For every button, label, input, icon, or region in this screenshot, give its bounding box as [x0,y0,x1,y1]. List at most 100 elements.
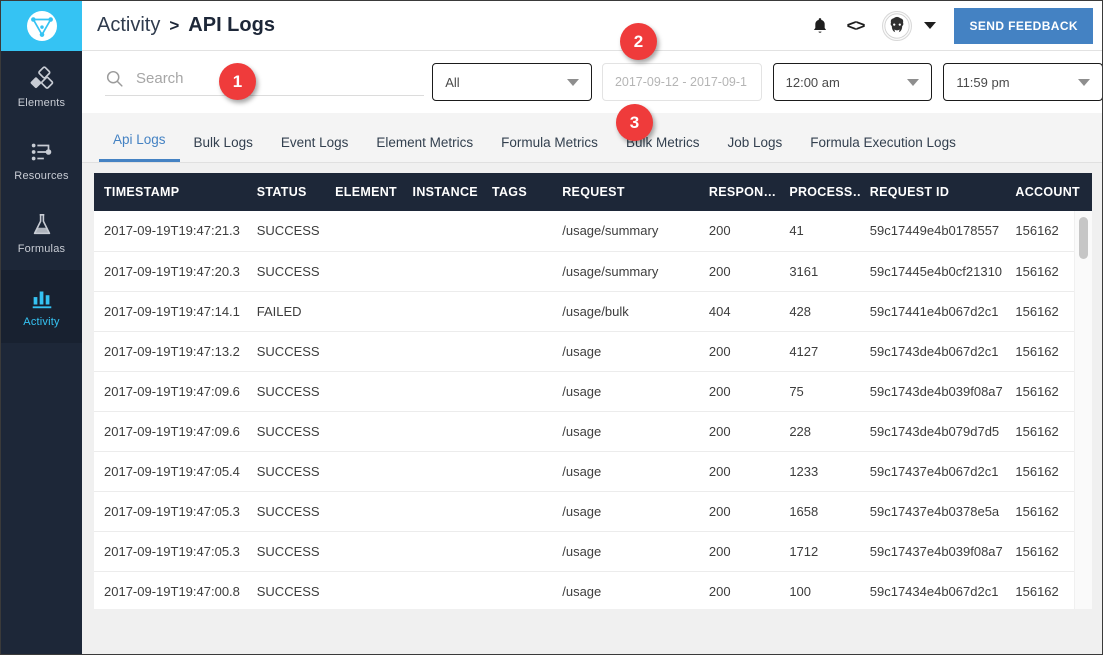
send-feedback-button[interactable]: SEND FEEDBACK [954,7,1093,44]
cell-element [325,211,403,252]
chevron-down-icon [566,78,579,86]
cell-element [325,331,403,372]
column-header[interactable]: STATUS [246,173,326,211]
chevron-down-icon [907,78,920,86]
cell-timestamp: 2017-09-19T19:47:09.6 [94,411,247,452]
cell-element [325,411,403,452]
cell-instance [402,451,482,492]
cell-processing: 100 [779,571,860,609]
sidebar-item-activity[interactable]: Activity [1,270,82,343]
search-input[interactable] [136,69,396,87]
column-header[interactable]: TIMESTAMP [94,173,247,211]
cell-response: 200 [698,491,780,532]
app-logo[interactable] [1,1,82,51]
cell-tags [481,371,553,412]
cell-instance [402,211,482,252]
tab-bulk-logs[interactable]: Bulk Logs [180,135,267,163]
table-row[interactable]: 2017-09-19T19:47:00.8 SUCCESS/usage 200 100… [94,571,1092,609]
table-row[interactable]: 2017-09-19T19:47:05.3 SUCCESS/usage 200 165… [94,491,1092,532]
scrollbar-thumb[interactable] [1079,217,1088,259]
table-body: 2017-09-19T19:47:21.3 SUCCESS/usage/summa… [94,211,1092,609]
tab-formula-execution-logs[interactable]: Formula Execution Logs [796,135,970,163]
time-from-select[interactable]: 12:00 am [772,63,933,101]
table-row[interactable]: 2017-09-19T19:47:13.2 SUCCESS/usage 200 412… [94,331,1092,372]
cell-processing: 1712 [779,531,860,572]
cell-request: /usage [552,531,699,572]
time-to-value: 11:59 pm [956,74,1010,90]
cell-element [325,491,403,532]
cell-request: /usage [552,411,699,452]
cell-request: /usage/summary [552,211,699,252]
table-row[interactable]: 2017-09-19T19:47:20.3 SUCCESS/usage/summa… [94,251,1092,292]
logs-table-container: TIMESTAMP STATUS ELEMENT INSTANCE TAGS REQUES… [94,173,1092,609]
elements-icon [30,66,53,89]
cell-instance [402,491,482,532]
tab-event-logs[interactable]: Event Logs [267,135,363,163]
cell-request: /usage [552,451,699,492]
sidebar-item-elements[interactable]: Elements [1,51,82,124]
table-row[interactable]: 2017-09-19T19:47:21.3 SUCCESS/usage/summa… [94,211,1092,252]
cell-timestamp: 2017-09-19T19:47:13.2 [94,331,247,372]
cell-response: 200 [698,451,780,492]
sidebar-item-formulas[interactable]: Formulas [1,197,82,270]
sidebar-item-resources[interactable]: Resources [1,124,82,197]
date-range-value: 2017-09-12 - 2017-09-1 [614,75,747,89]
cell-status: SUCCESS [246,251,326,292]
table-row[interactable]: 2017-09-19T19:47:05.4 SUCCESS/usage 200 123… [94,451,1092,492]
cell-element [325,291,403,332]
table-row[interactable]: 2017-09-19T19:47:09.6 SUCCESS/usage 200 75 5… [94,371,1092,412]
table-scrollbar[interactable] [1074,211,1092,609]
avatar[interactable] [882,10,913,41]
search-field[interactable] [105,69,425,96]
column-header[interactable]: REQUEST ID [859,173,1006,211]
cell-response: 200 [698,251,780,292]
activity-icon [32,291,51,309]
cloud-elements-logo-icon [30,17,53,37]
code-icon[interactable]: <> [847,16,866,36]
cell-processing: 1658 [779,491,860,532]
annotation-badge-2: 2 [620,23,657,60]
breadcrumb: Activity > API Logs [97,14,275,37]
cell-response: 200 [698,331,780,372]
column-header[interactable]: ACCOUNT [1005,173,1092,211]
breadcrumb-parent[interactable]: Activity [97,14,160,37]
time-to-select[interactable]: 11:59 pm [943,63,1102,101]
cell-request: /usage/summary [552,251,699,292]
cell-element [325,451,403,492]
cell-element [325,371,403,412]
cell-request: /usage [552,371,699,412]
type-filter-select[interactable]: All [432,63,592,101]
date-range-input[interactable]: 2017-09-12 - 2017-09-1 [601,63,762,101]
cell-request: /usage/bulk [552,291,699,332]
tab-api-logs[interactable]: Api Logs [99,132,180,162]
column-header[interactable]: ELEMENT [325,173,403,211]
sidebar-item-label: Elements [17,97,66,109]
cell-status: SUCCESS [246,211,326,252]
chevron-down-icon[interactable] [924,22,937,29]
table-row[interactable]: 2017-09-19T19:47:05.3 SUCCESS/usage 200 171… [94,531,1092,572]
api-logs-table: TIMESTAMP STATUS ELEMENT INSTANCE TAGS REQUES… [94,173,1092,609]
column-header[interactable]: TAGS [481,173,553,211]
cell-instance [402,571,482,609]
cell-tags [481,531,553,572]
cell-response: 200 [698,411,780,452]
cell-status: SUCCESS [246,331,326,372]
user-avatar-icon [884,12,911,39]
application-window: Elements Resources Formulas Activity Act… [0,0,1103,655]
notification-bell-icon[interactable] [811,16,829,36]
tab-element-metrics[interactable]: Element Metrics [362,135,487,163]
column-header[interactable]: INSTANCE [402,173,482,211]
sidebar-item-label: Formulas [17,243,66,255]
cell-request-id: 59c1743de4b039f08a7 [859,371,1006,412]
search-icon [106,70,123,87]
breadcrumb-separator: > [169,15,180,35]
table-row[interactable]: 2017-09-19T19:47:14.1 FAILED/usage/bulk 40… [94,291,1092,332]
column-header[interactable]: REQUEST [552,173,699,211]
table-row[interactable]: 2017-09-19T19:47:09.6 SUCCESS/usage 200 228… [94,411,1092,452]
tab-formula-metrics[interactable]: Formula Metrics [487,135,612,163]
cell-response: 200 [698,531,780,572]
tab-job-logs[interactable]: Job Logs [713,135,796,163]
column-header[interactable]: RESPON… [698,173,780,211]
column-header[interactable]: PROCESS… [779,173,860,211]
cell-timestamp: 2017-09-19T19:47:05.3 [94,491,247,532]
